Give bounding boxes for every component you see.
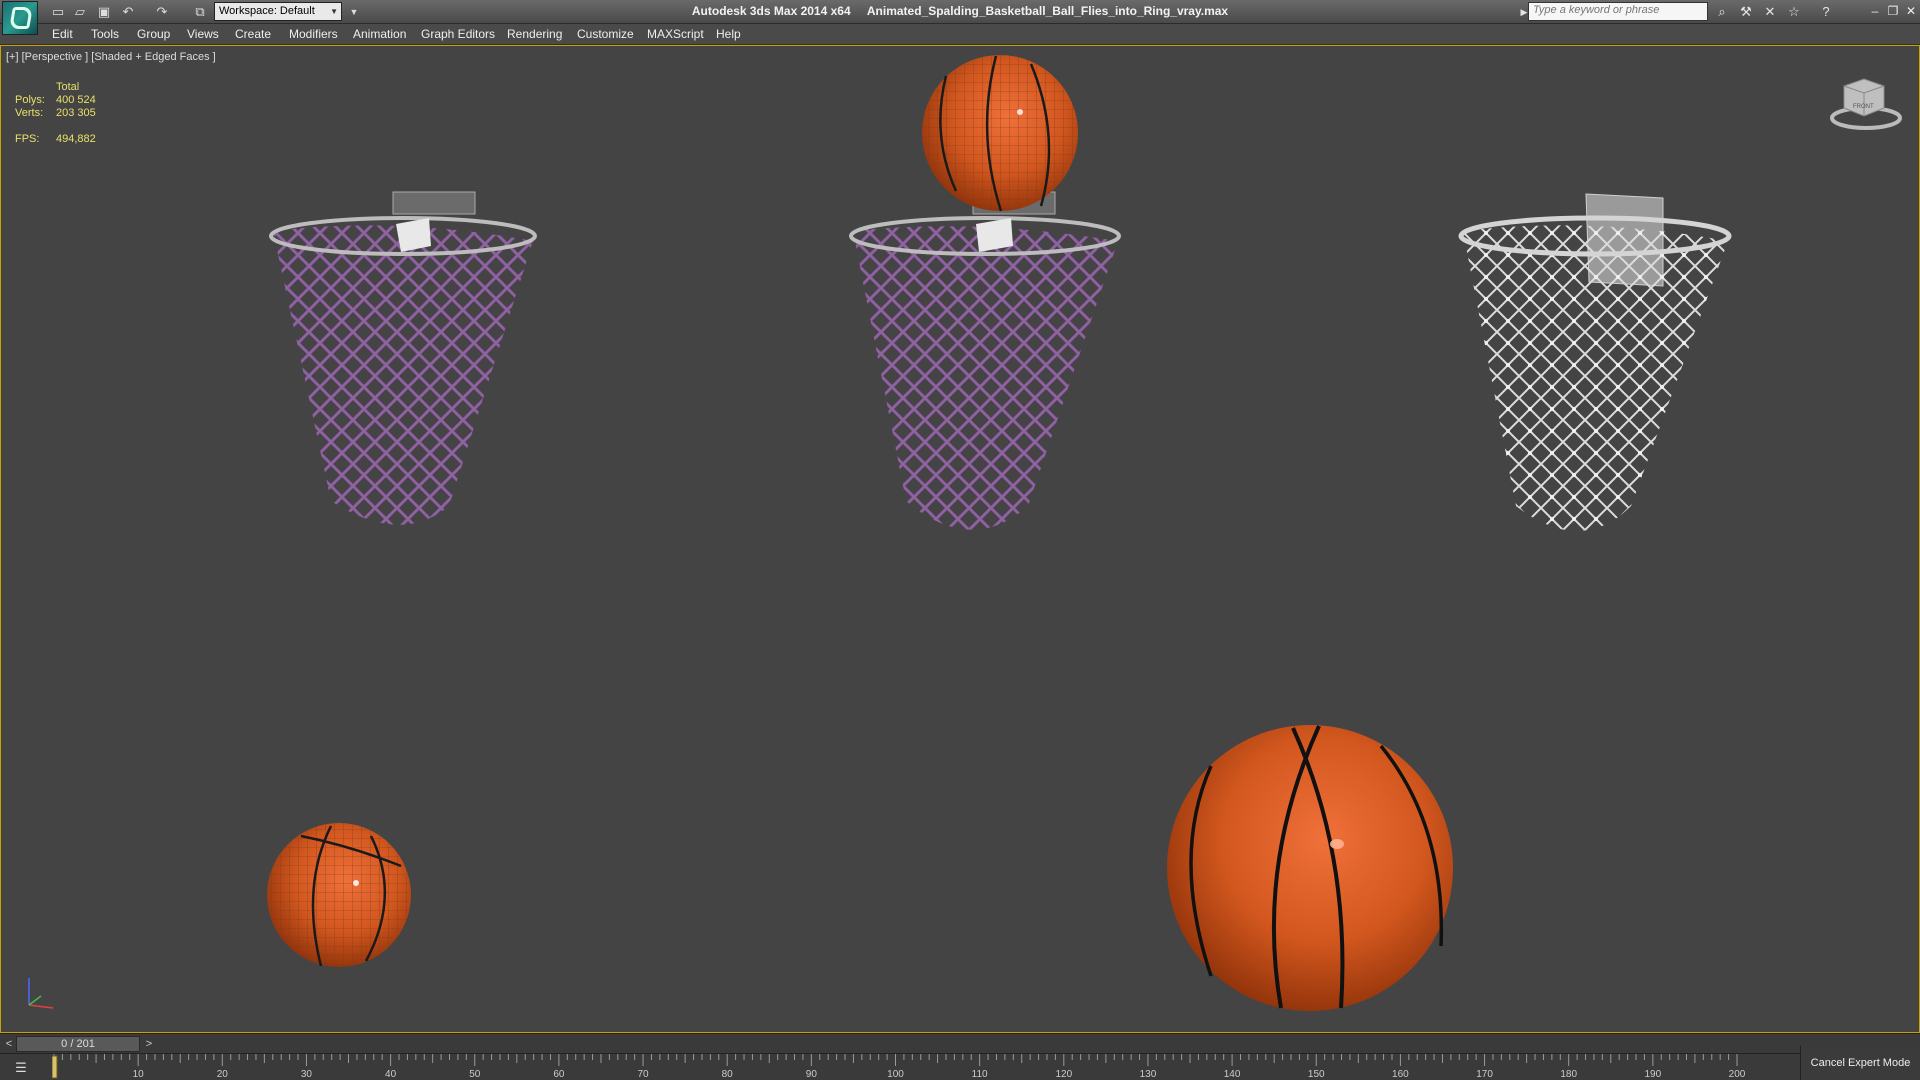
ruler-tick-label: 180: [1560, 1069, 1577, 1080]
menu-help[interactable]: Help: [716, 27, 741, 41]
ruler-tick-label: 20: [217, 1069, 229, 1080]
stats-fps-label: FPS:: [15, 133, 40, 145]
hoop-3[interactable]: [1451, 193, 1751, 566]
ruler-tick-label: 130: [1140, 1069, 1157, 1080]
rim-clip-1: [396, 218, 431, 252]
stats-polys-value: 400 524: [56, 94, 96, 106]
stats-header: Total: [56, 81, 80, 93]
menu-customize[interactable]: Customize: [577, 27, 634, 41]
close-icon[interactable]: ✕: [1904, 2, 1918, 20]
new-file-icon[interactable]: ▭: [48, 3, 68, 21]
basketball-large[interactable]: [1167, 725, 1453, 1011]
file-name: Animated_Spalding_Basketball_Ball_Flies_…: [866, 4, 1229, 18]
ruler-tick-label: 10: [133, 1069, 145, 1080]
ruler-tick-label: 100: [887, 1069, 904, 1080]
ruler-tick-label: 170: [1476, 1069, 1493, 1080]
save-icon[interactable]: ▣: [94, 3, 114, 21]
minimize-icon[interactable]: –: [1868, 2, 1882, 20]
app-window: ▭ ▱ ▣ ↶ ↷ ⧉ Workspace: Default ▼ ▼ Autod…: [0, 0, 1920, 1080]
scene-canvas[interactable]: FRONT: [1, 46, 1919, 1032]
track-bar[interactable]: ☰ 10 20 30 40 50 60 70 80 90 100 110 120 130 140 150 16…: [0, 1053, 1920, 1080]
menu-modifiers[interactable]: Modifiers: [289, 27, 338, 41]
ruler-tick-label: 160: [1392, 1069, 1409, 1080]
basketball-top[interactable]: [921, 54, 1081, 214]
stats-polys-label: Polys:: [15, 94, 45, 106]
ruler-tick-label: 40: [385, 1069, 397, 1080]
ruler-tick-label: 90: [806, 1069, 818, 1080]
app-logo-icon: [9, 7, 33, 29]
stats-verts-label: Verts:: [15, 107, 44, 119]
ruler-tick-label: 50: [469, 1069, 481, 1080]
ruler-tick-label: 60: [553, 1069, 565, 1080]
viewcube[interactable]: FRONT: [1830, 78, 1902, 130]
menu-tools[interactable]: Tools: [91, 27, 119, 41]
favorites-star-icon[interactable]: ☆: [1784, 3, 1804, 21]
ruler-tick-label: 80: [722, 1069, 734, 1080]
restore-icon[interactable]: ❐: [1886, 2, 1900, 20]
ruler-tick-label: 200: [1729, 1069, 1745, 1080]
ruler-tick-label: 30: [301, 1069, 313, 1080]
backboard-bracket-1: [392, 191, 476, 215]
curve-editor-icon[interactable]: ☰: [6, 1058, 36, 1078]
menu-graph-editors[interactable]: Graph Editors: [421, 27, 495, 41]
redo-icon[interactable]: ↷: [152, 3, 172, 21]
cancel-expert-mode-button[interactable]: Cancel Expert Mode: [1800, 1046, 1920, 1080]
menu-rendering[interactable]: Rendering: [507, 27, 562, 41]
menu-edit[interactable]: Edit: [52, 27, 73, 41]
next-frame-button[interactable]: >: [142, 1036, 156, 1052]
workspace-dropdown[interactable]: Workspace: Default ▼: [214, 2, 342, 21]
binoculars-icon[interactable]: ⌕: [1712, 3, 1732, 21]
basketball-small[interactable]: [265, 822, 413, 970]
menu-views[interactable]: Views: [187, 27, 219, 41]
rim-clip-2: [976, 218, 1013, 252]
hoop-2[interactable]: [841, 191, 1131, 566]
quick-access-dropdown-icon[interactable]: ▼: [344, 3, 364, 21]
open-file-icon[interactable]: ▱: [70, 3, 90, 21]
search-input[interactable]: Type a keyword or phrase: [1528, 2, 1708, 21]
application-menu-button[interactable]: [2, 1, 38, 35]
ruler-tick-label: 140: [1224, 1069, 1241, 1080]
tools-icon[interactable]: ⚒: [1736, 3, 1756, 21]
perspective-viewport[interactable]: FRONT [+] [Perspective ] [Shaded + Edged…: [0, 45, 1920, 1033]
net-purple-1: [273, 225, 533, 525]
current-frame-marker[interactable]: [52, 1055, 58, 1079]
axis-tripod-icon: [28, 978, 54, 1009]
title-bar: ▭ ▱ ▣ ↶ ↷ ⧉ Workspace: Default ▼ ▼ Autod…: [0, 0, 1920, 35]
viewcube-face-label: FRONT: [1853, 104, 1874, 110]
ruler-tick-label: 150: [1308, 1069, 1325, 1080]
menu-create[interactable]: Create: [235, 27, 271, 41]
menu-maxscript[interactable]: MAXScript: [647, 27, 704, 41]
stats-fps-value: 494,882: [56, 133, 96, 145]
project-folder-icon[interactable]: ⧉: [190, 3, 210, 21]
frame-ruler[interactable]: 10 20 30 40 50 60 70 80 90 100 110 120 130 140 150 160 1…: [52, 1054, 1745, 1080]
prev-frame-button[interactable]: <: [2, 1036, 16, 1052]
undo-icon[interactable]: ↶: [118, 3, 138, 21]
menu-animation[interactable]: Animation: [353, 27, 406, 41]
chevron-down-icon: ▼: [330, 7, 338, 16]
time-slider[interactable]: < 0 / 201 >: [0, 1033, 1920, 1053]
exchange-icon[interactable]: ✕: [1760, 3, 1780, 21]
ruler-tick-label: 70: [637, 1069, 649, 1080]
workspace-label: Workspace: Default: [219, 5, 315, 17]
help-icon[interactable]: ?: [1816, 3, 1836, 21]
ruler-tick-label: 120: [1055, 1069, 1072, 1080]
hoop-1[interactable]: [261, 191, 551, 556]
ruler-tick-label: 190: [1645, 1069, 1662, 1080]
app-name: Autodesk 3ds Max 2014 x64: [691, 4, 851, 18]
time-slider-thumb[interactable]: 0 / 201: [16, 1036, 140, 1052]
ruler-tick-label: 110: [972, 1069, 988, 1080]
net-purple-2: [853, 226, 1118, 530]
menu-bar: Edit Tools Group Views Create Modifiers …: [0, 24, 1920, 45]
menu-group[interactable]: Group: [137, 27, 170, 41]
net-white: [1463, 225, 1728, 531]
viewport-label-menu[interactable]: [+] [Perspective ] [Shaded + Edged Faces…: [6, 51, 216, 63]
stats-verts-value: 203 305: [56, 107, 96, 119]
